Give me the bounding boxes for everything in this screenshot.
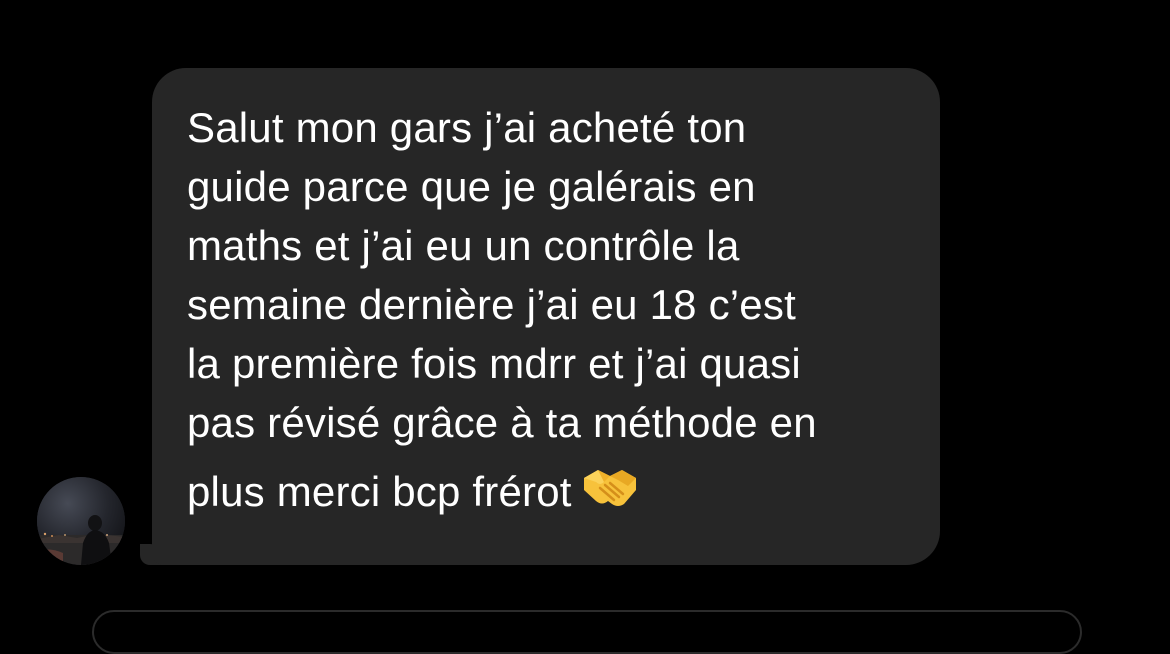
message-line: Salut mon gars j’ai acheté ton	[187, 104, 747, 151]
sender-avatar[interactable]	[37, 477, 125, 565]
user-avatar-night-photo-icon	[37, 477, 125, 565]
message-line: maths et j’ai eu un contrôle la	[187, 222, 740, 269]
message-line-last: plus merci bcp frérot	[187, 462, 927, 525]
message-text: Salut mon gars j’ai acheté ton guide par…	[187, 98, 927, 525]
message-line: plus merci bcp frérot	[187, 468, 572, 515]
message-line: semaine dernière j’ai eu 18 c’est	[187, 281, 796, 328]
message-composer[interactable]	[92, 610, 1082, 654]
message-line: guide parce que je galérais en	[187, 163, 756, 210]
message-line: pas révisé grâce à ta méthode en	[187, 399, 817, 446]
message-line: la première fois mdrr et j’ai quasi	[187, 340, 801, 387]
handshake-emoji-icon	[578, 464, 642, 525]
